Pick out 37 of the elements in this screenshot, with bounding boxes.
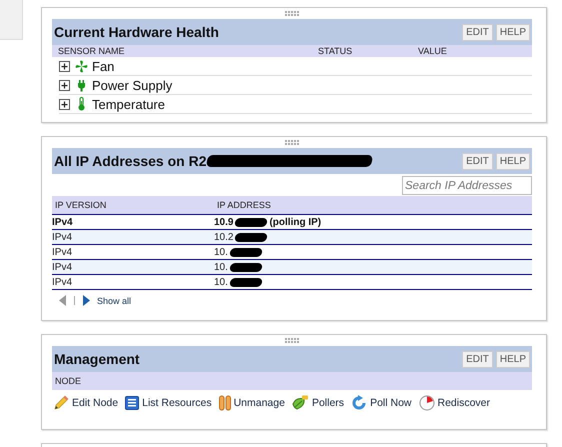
table-cell-text: IPv4	[52, 216, 74, 228]
sensor-name[interactable]: Power Supply	[92, 78, 172, 92]
column-label: SENSOR NAME	[58, 46, 126, 56]
table-cell: 10.2	[214, 232, 234, 242]
header-button[interactable]: HELP	[496, 24, 530, 40]
panel-title: All IP Addresses on R2	[54, 153, 206, 169]
action-link[interactable]: List Resources	[142, 397, 212, 409]
show-all-link[interactable]: Show all	[97, 296, 132, 306]
header-button[interactable]: EDIT	[462, 152, 493, 170]
panel-title: Management	[54, 351, 140, 367]
column-label: STATUS	[318, 46, 354, 56]
header-button[interactable]: HELP	[496, 350, 530, 368]
action-link[interactable]: Rediscover	[438, 397, 490, 409]
table-cell: 10.9	[214, 216, 234, 228]
table-cell: 10.	[214, 262, 228, 272]
table-cell-text: IPv4	[52, 262, 74, 272]
header-button[interactable]: EDIT	[462, 24, 493, 40]
header-button[interactable]: EDIT	[462, 350, 493, 368]
table-cell: 10.	[214, 246, 228, 258]
panel-title: Current Hardware Health	[54, 24, 219, 40]
action-link[interactable]: Poll Now	[370, 397, 412, 409]
sensor-name[interactable]: Fan	[92, 58, 114, 74]
table-cell: 10.	[214, 276, 228, 288]
table-cell-text: IPv4	[52, 276, 74, 288]
column-label: IP VERSION	[55, 200, 108, 210]
action-link[interactable]: Pollers	[312, 397, 344, 409]
action-link[interactable]: Edit Node	[72, 397, 118, 409]
search-field[interactable]: Search IP Addresses	[402, 176, 532, 195]
column-label: NODE	[55, 376, 82, 386]
sensor-name[interactable]: Temperature	[92, 96, 165, 112]
column-label: VALUE	[418, 46, 447, 56]
table-cell: (polling IP)	[269, 216, 322, 228]
header-button[interactable]: HELP	[496, 152, 530, 170]
table-cell-text: IPv4	[52, 232, 74, 242]
column-label: IP ADDRESS	[217, 200, 271, 210]
table-cell-text: IPv4	[52, 246, 74, 258]
action-link[interactable]: Unmanage	[234, 397, 285, 409]
